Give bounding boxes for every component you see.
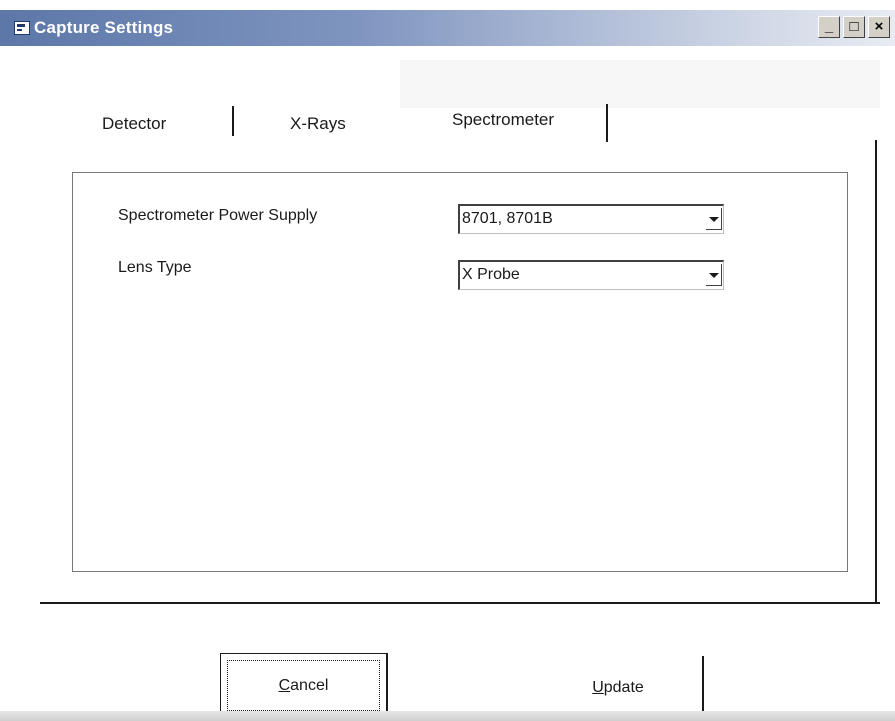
tab-separator — [232, 106, 234, 136]
cancel-accel: C — [278, 677, 291, 694]
update-rest: pdate — [603, 679, 644, 696]
power-supply-select[interactable]: 8701, 8701B — [458, 204, 724, 234]
update-label: Update — [592, 679, 644, 696]
power-supply-label: Spectrometer Power Supply — [118, 207, 318, 224]
title-bar[interactable]: Capture Settings _ □ × — [0, 10, 895, 46]
tab-separator — [606, 104, 608, 142]
cancel-rest: ancel — [290, 677, 329, 694]
bottom-edge — [0, 711, 895, 721]
update-accel: U — [592, 679, 604, 696]
lens-type-label: Lens Type — [118, 259, 192, 276]
lens-type-value: X Probe — [462, 266, 520, 283]
tab-x-rays[interactable]: X-Rays — [290, 114, 346, 134]
cancel-button[interactable]: Cancel — [220, 653, 388, 719]
minimize-button[interactable]: _ — [818, 16, 840, 38]
tab-container-edge — [875, 140, 877, 602]
tab-spectrometer[interactable]: Spectrometer — [452, 110, 554, 130]
cancel-label: Cancel — [279, 677, 329, 694]
tab-detector[interactable]: Detector — [102, 114, 166, 134]
close-button[interactable]: × — [868, 16, 890, 38]
maximize-button[interactable]: □ — [843, 16, 865, 38]
power-supply-value: 8701, 8701B — [462, 210, 553, 227]
form-icon — [14, 21, 30, 35]
chevron-down-icon[interactable] — [706, 208, 722, 230]
chevron-down-icon[interactable] — [706, 264, 722, 286]
lens-type-select[interactable]: X Probe — [458, 260, 724, 290]
capture-settings-window: Capture Settings _ □ × Detector X-Rays S… — [0, 0, 895, 721]
window-title: Capture Settings — [34, 18, 174, 37]
